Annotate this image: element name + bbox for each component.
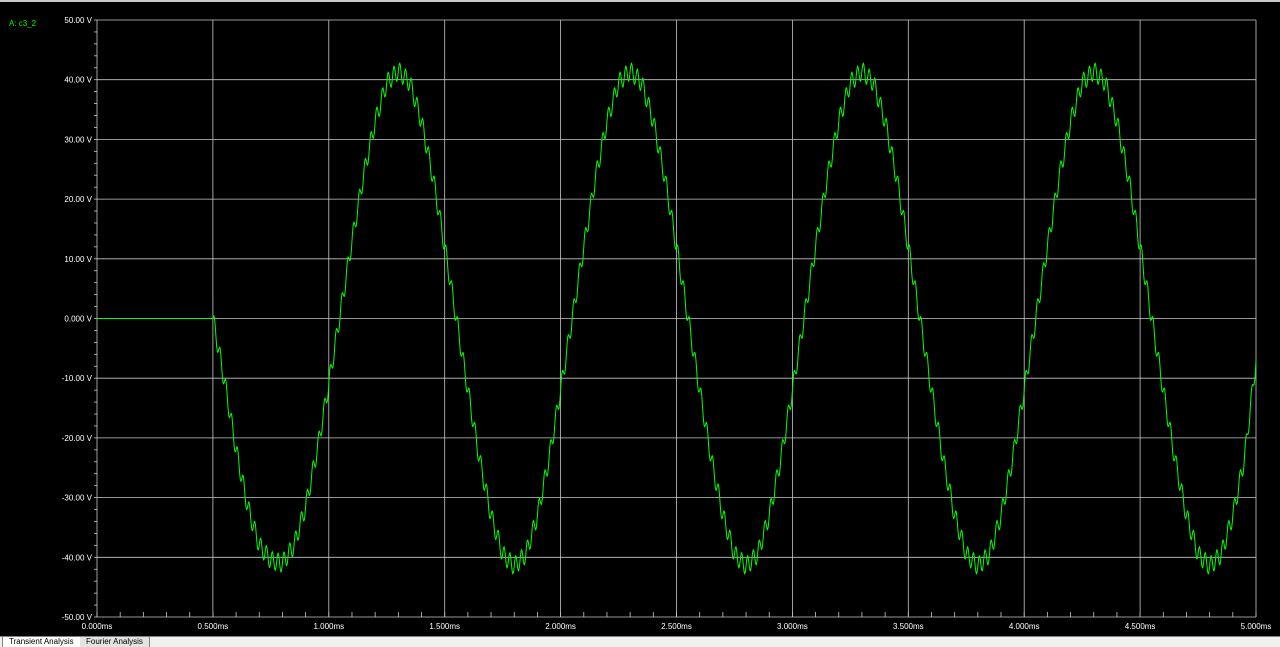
x-tick-label: 2.000ms	[545, 622, 576, 631]
plot-area[interactable]: 0.000ms 0.500ms 1.000ms 1.500ms 2.000ms 2.500…	[0, 0, 1280, 636]
y-tick-label: 10.00 V	[64, 255, 92, 264]
y-tick-label: -20.00 V	[62, 434, 93, 443]
waveform-chart: 0.000ms 0.500ms 1.000ms 1.500ms 2.000ms 2.500…	[62, 16, 1272, 631]
x-tick-label: 2.500ms	[661, 622, 692, 631]
tab-fourier-analysis[interactable]: Fourier Analysis	[80, 637, 150, 647]
y-tick-label: 40.00 V	[64, 76, 92, 85]
x-tick-label: 4.000ms	[1009, 622, 1040, 631]
x-tick-label: 1.500ms	[429, 622, 460, 631]
trace-label: A: c3_2	[9, 19, 37, 28]
x-tick-label: 5.000ms	[1241, 622, 1272, 631]
y-tick-label: 20.00 V	[64, 195, 92, 204]
x-tick-label: 3.000ms	[777, 622, 808, 631]
x-tick-label: 0.500ms	[198, 622, 229, 631]
y-tick-label: 30.00 V	[64, 135, 92, 144]
x-tick-label: 1.000ms	[313, 622, 344, 631]
x-tick-label: 0.000ms	[82, 622, 113, 631]
x-tick-label: 3.500ms	[893, 622, 924, 631]
y-tick-label: -30.00 V	[62, 494, 93, 503]
x-tick-label: 4.500ms	[1125, 622, 1156, 631]
analysis-tab-bar: Transient Analysis Fourier Analysis	[0, 636, 1280, 647]
y-tick-label: -40.00 V	[62, 553, 93, 562]
y-tick-label: 0.000 V	[64, 315, 92, 324]
tab-transient-analysis[interactable]: Transient Analysis	[2, 637, 81, 647]
y-tick-label: -50.00 V	[62, 613, 93, 622]
y-tick-label: -10.00 V	[62, 374, 93, 383]
y-tick-label: 50.00 V	[64, 16, 92, 25]
